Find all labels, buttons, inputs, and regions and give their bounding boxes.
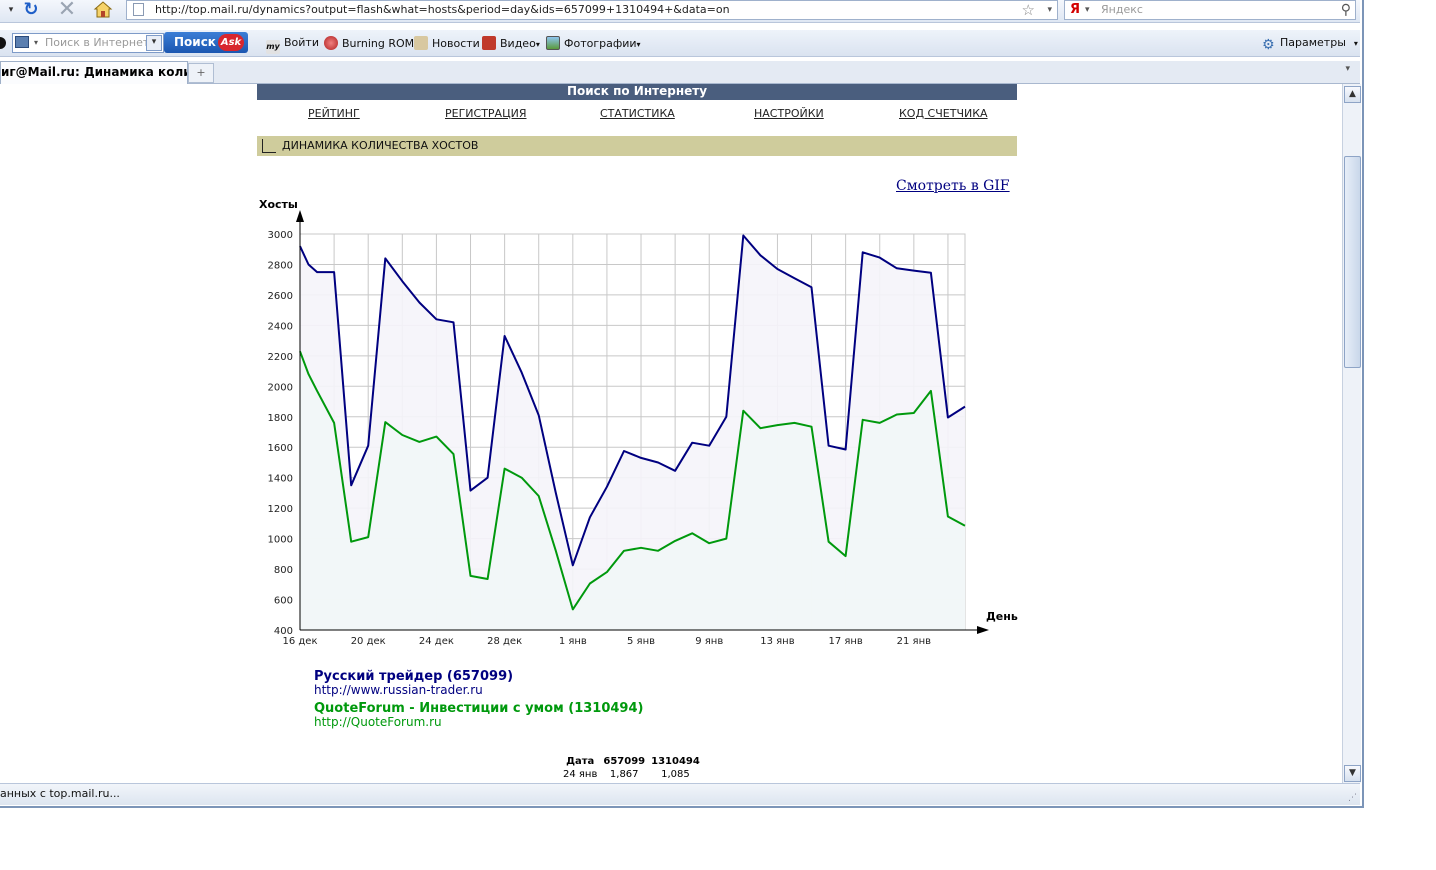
address-toolbar: ▾ ↻ ✕ http://top.mail.ru/dynamics?output… xyxy=(0,0,1360,23)
toolbar-login[interactable]: my Войти xyxy=(266,36,319,54)
scroll-thumb[interactable] xyxy=(1344,156,1361,368)
x-tick-label: 20 дек xyxy=(351,636,386,647)
toolbar-photos[interactable]: Фотографии▾ xyxy=(546,36,641,50)
tab-title: иг@Mail.ru: Динамика количе... xyxy=(1,65,187,79)
toolbar-params[interactable]: ⚙ Параметры ▾ xyxy=(1262,36,1358,52)
tab-active[interactable]: иг@Mail.ru: Динамика количе... xyxy=(0,61,188,84)
toolbar-burning-rom[interactable]: Burning ROM xyxy=(324,36,414,50)
url-field[interactable]: http://top.mail.ru/dynamics?output=flash… xyxy=(126,0,1058,20)
ask-search-input[interactable]: ▾ Поиск в Интернете ▾ xyxy=(12,33,164,53)
x-tick-label: 17 янв xyxy=(828,636,862,647)
x-tick-label: 28 дек xyxy=(487,636,522,647)
my-icon: my xyxy=(266,40,280,54)
y-tick-label: 600 xyxy=(274,596,293,607)
photos-label: Фотографии xyxy=(564,37,637,50)
refresh-icon[interactable]: ↻ xyxy=(20,0,42,20)
x-tick-label: 5 янв xyxy=(627,636,655,647)
x-axis-label: День xyxy=(986,610,1018,623)
page-content: Поиск по Интернету РЕЙТИНГ РЕГИСТРАЦИЯ С… xyxy=(0,84,1342,783)
x-tick-label: 9 янв xyxy=(695,636,723,647)
burning-rom-icon xyxy=(324,36,338,50)
y-tick-label: 800 xyxy=(274,565,293,576)
y-axis-label: Хосты xyxy=(259,198,298,211)
y-tick-label: 1000 xyxy=(268,535,293,546)
ask-toolbar: ▾ Поиск в Интернете ▾ Поиск Ask my Войти … xyxy=(0,30,1360,57)
back-dropdown-icon[interactable]: ▾ xyxy=(0,0,22,20)
scroll-down-button[interactable]: ▼ xyxy=(1344,765,1361,782)
x-tick-label: 13 янв xyxy=(760,636,794,647)
scroll-up-button[interactable]: ▲ xyxy=(1344,86,1361,103)
ask-engine-icon[interactable] xyxy=(15,36,29,48)
data-table: Дата 657099 1310494 24 янв 1,867 1,085 xyxy=(560,755,703,781)
status-bar: анных с top.mail.ru... ⋰ xyxy=(0,783,1360,805)
y-tick-label: 2000 xyxy=(268,382,293,393)
table-header: Дата xyxy=(566,756,595,767)
table-header-row: Дата 657099 1310494 xyxy=(560,755,703,768)
url-text[interactable]: http://top.mail.ru/dynamics?output=flash… xyxy=(155,1,730,19)
burning-rom-label: Burning ROM xyxy=(342,37,415,50)
url-dropdown-icon[interactable]: ▾ xyxy=(1047,1,1052,19)
ask-dropdown-icon[interactable]: ▾ xyxy=(146,35,162,51)
y-tick-label: 2200 xyxy=(268,352,293,363)
x-tick-label: 1 янв xyxy=(559,636,587,647)
photos-icon xyxy=(546,36,560,50)
params-label: Параметры xyxy=(1280,36,1346,49)
y-tick-label: 1400 xyxy=(268,474,293,485)
legend-series-2-title: QuoteForum - Инвестиции с умом (1310494) xyxy=(314,701,644,716)
browser-window: ▾ ↻ ✕ http://top.mail.ru/dynamics?output… xyxy=(0,0,1364,808)
x-tick-label: 16 дек xyxy=(282,636,317,647)
y-tick-label: 3000 xyxy=(268,230,293,241)
tab-list-dropdown-icon[interactable]: ▾ xyxy=(1345,64,1350,74)
tab-bar: иг@Mail.ru: Динамика количе... + ▾ xyxy=(0,61,1360,84)
video-icon xyxy=(482,36,496,50)
yandex-placeholder[interactable]: Яндекс xyxy=(1101,1,1143,19)
y-tick-label: 2600 xyxy=(268,291,293,302)
toolbar-video[interactable]: Видео▾ xyxy=(482,36,540,50)
yandex-logo[interactable]: Я xyxy=(1070,1,1080,19)
new-tab-button[interactable]: + xyxy=(188,63,214,83)
table-cell: 1,085 xyxy=(661,769,690,780)
table-cell: 1,867 xyxy=(609,769,639,780)
news-label: Новости xyxy=(432,37,480,50)
hosts-chart: 4006008001000120014001600180020002200240… xyxy=(259,198,1018,647)
vertical-scrollbar[interactable]: ▲ ▼ xyxy=(1342,84,1361,783)
status-text: анных с top.mail.ru... xyxy=(0,787,120,800)
gear-icon: ⚙ xyxy=(1262,37,1275,53)
search-icon[interactable]: ⚲ xyxy=(1341,1,1351,19)
legend-series-2-url[interactable]: http://QuoteForum.ru xyxy=(314,715,442,729)
page-icon xyxy=(133,3,144,16)
y-axis-arrow-icon xyxy=(296,210,304,222)
y-tick-label: 2800 xyxy=(268,260,293,271)
x-tick-label: 21 янв xyxy=(897,636,931,647)
yandex-search-field[interactable]: Я ▾ Яндекс ⚲ xyxy=(1064,0,1356,20)
stop-icon[interactable]: ✕ xyxy=(56,0,78,21)
ask-placeholder[interactable]: Поиск в Интернете xyxy=(45,34,156,52)
legend-series-1-title: Русский трейдер (657099) xyxy=(314,669,514,684)
table-header: 657099 xyxy=(603,756,646,767)
resize-grip-icon[interactable]: ⋰ xyxy=(1348,788,1357,806)
home-icon[interactable] xyxy=(92,0,114,20)
star-icon[interactable]: ☆ xyxy=(1022,1,1035,19)
ask-search-button[interactable]: Поиск Ask xyxy=(164,32,248,53)
yandex-dropdown-icon[interactable]: ▾ xyxy=(1085,1,1090,19)
table-cell: 24 янв xyxy=(563,769,598,780)
table-row: 24 янв 1,867 1,085 xyxy=(560,768,703,781)
toolbar-edge xyxy=(0,37,6,49)
x-tick-label: 24 дек xyxy=(419,636,454,647)
x-axis-arrow-icon xyxy=(977,626,989,634)
table-header: 1310494 xyxy=(651,756,700,767)
news-icon xyxy=(414,36,428,50)
y-tick-label: 1200 xyxy=(268,504,293,515)
video-label: Видео xyxy=(500,37,536,50)
toolbar-news[interactable]: Новости xyxy=(414,36,480,50)
y-tick-label: 1600 xyxy=(268,443,293,454)
ask-engine-dropdown-icon[interactable]: ▾ xyxy=(34,34,38,52)
ask-logo: Ask xyxy=(218,34,244,51)
login-label: Войти xyxy=(284,36,319,49)
legend-series-1-url[interactable]: http://www.russian-trader.ru xyxy=(314,683,483,697)
y-tick-label: 2400 xyxy=(268,321,293,332)
y-tick-label: 1800 xyxy=(268,413,293,424)
ask-button-label: Поиск xyxy=(174,35,216,49)
